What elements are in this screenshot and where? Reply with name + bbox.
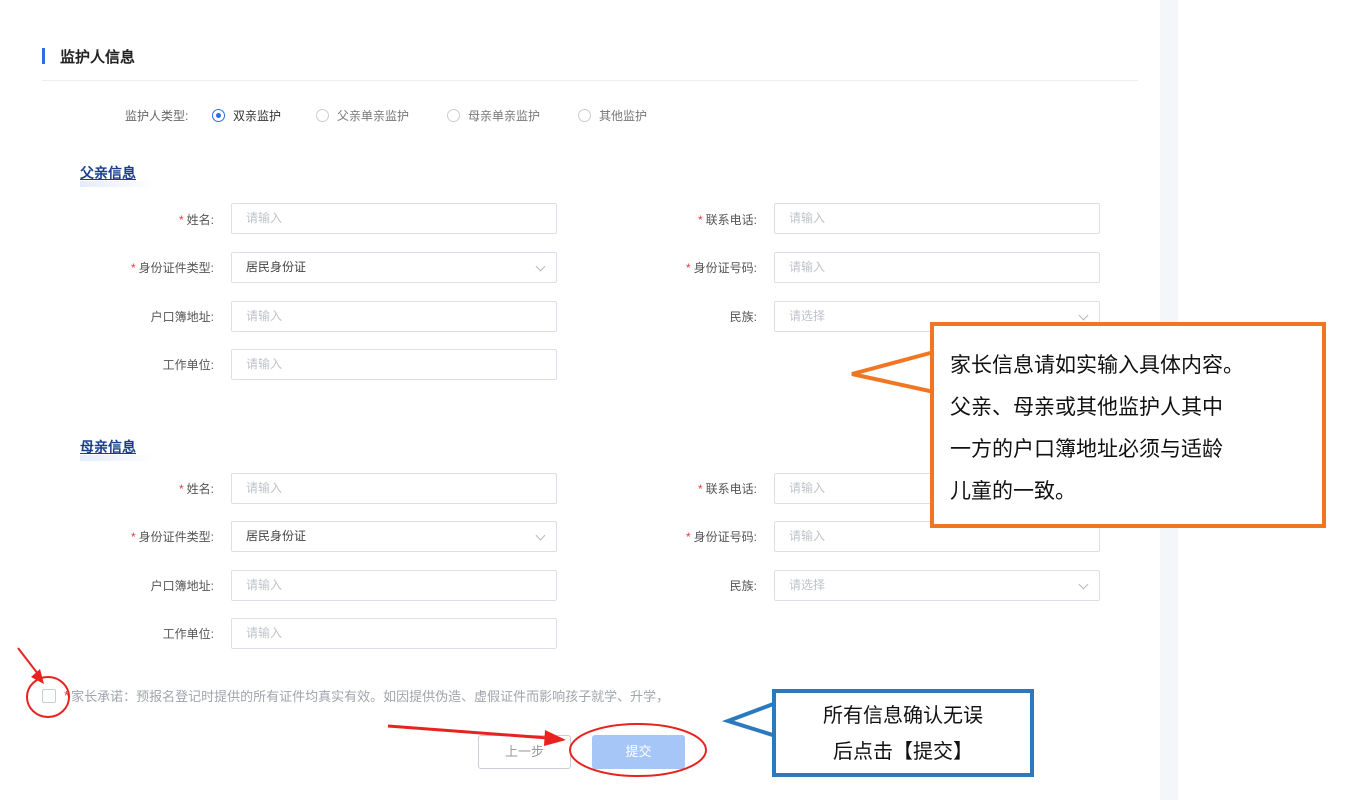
mother-work-label: 工作单位: xyxy=(162,627,214,641)
mother-ethnic-select[interactable]: 请选择 xyxy=(774,570,1100,601)
mother-work-input[interactable]: 请输入 xyxy=(231,618,557,649)
radio-father-only[interactable]: 父亲单亲监护 xyxy=(316,105,409,125)
radio-label: 双亲监护 xyxy=(233,108,282,123)
guardian-type-label: 监护人类型: xyxy=(125,109,189,123)
father-idtype-select[interactable]: 居民身份证 xyxy=(231,252,557,283)
mother-phone-label: * 联系电话: xyxy=(697,482,757,496)
select-value: 居民身份证 xyxy=(246,529,307,543)
father-idtype-label: * 身份证件类型: xyxy=(130,261,214,275)
orange-callout-line: 一方的户口簿地址必须与适龄 xyxy=(950,437,1223,461)
radio-both-parents[interactable]: 双亲监护 xyxy=(212,105,281,125)
submit-button[interactable]: 提交 xyxy=(592,735,685,769)
radio-label: 其他监护 xyxy=(599,108,648,123)
chevron-down-icon xyxy=(1078,310,1089,321)
mother-name-label: * 姓名: xyxy=(178,482,214,496)
parent-promise: * 家长承诺：预报名登记时提供的所有证件均真实有效。如因提供伪造、虚假证件而影响… xyxy=(42,686,669,705)
orange-callout-line: 父亲、母亲或其他监护人其中 xyxy=(950,395,1223,419)
chevron-down-icon xyxy=(535,261,546,272)
mother-name-input[interactable]: 请输入 xyxy=(231,473,557,504)
mother-idno-label: * 身份证号码: xyxy=(685,530,757,544)
section-title: 监护人信息 xyxy=(42,46,135,67)
father-work-input[interactable]: 请输入 xyxy=(231,349,557,380)
father-ethnic-label: 民族: xyxy=(729,310,757,324)
father-work-label: 工作单位: xyxy=(162,358,214,372)
section-title-bar xyxy=(42,48,45,64)
mother-info-title: 母亲信息 xyxy=(80,439,156,461)
select-value: 居民身份证 xyxy=(246,260,307,274)
radio-dot-icon xyxy=(578,108,591,122)
promise-text: 家长承诺：预报名登记时提供的所有证件均真实有效。如因提供伪造、虚假证件而影响孩子… xyxy=(71,689,670,704)
section-divider xyxy=(42,80,1138,81)
father-phone-input[interactable]: 请输入 xyxy=(774,203,1100,234)
radio-other[interactable]: 其他监护 xyxy=(578,105,647,125)
radio-label: 父亲单亲监护 xyxy=(337,108,410,123)
section-title-text: 监护人信息 xyxy=(60,49,136,66)
father-address-label: 户口簿地址: xyxy=(150,310,214,324)
guardian-type-group: 监护人类型: 双亲监护 父亲单亲监护 母亲单亲监护 其他监护 xyxy=(0,105,800,125)
select-placeholder: 请选择 xyxy=(789,309,826,323)
father-phone-label: * 联系电话: xyxy=(697,213,757,227)
father-idno-input[interactable]: 请输入 xyxy=(774,252,1100,283)
radio-mother-only[interactable]: 母亲单亲监护 xyxy=(447,105,540,125)
father-info-title: 父亲信息 xyxy=(80,165,156,187)
mother-address-label: 户口簿地址: xyxy=(150,579,214,593)
prev-step-button[interactable]: 上一步 xyxy=(478,735,571,769)
father-name-input[interactable]: 请输入 xyxy=(231,203,557,234)
mother-idtype-select[interactable]: 居民身份证 xyxy=(231,521,557,552)
radio-dot-icon xyxy=(447,108,460,122)
blue-callout: 所有信息确认无误 后点击【提交】 xyxy=(772,689,1034,777)
promise-checkbox[interactable] xyxy=(42,688,56,703)
select-placeholder: 请选择 xyxy=(789,578,826,592)
father-idno-label: * 身份证号码: xyxy=(685,261,757,275)
orange-callout-line: 家长信息请如实输入具体内容。 xyxy=(950,353,1244,377)
blue-callout-line: 所有信息确认无误 xyxy=(823,703,983,727)
mother-idtype-label: * 身份证件类型: xyxy=(130,530,214,544)
father-name-label: * 姓名: xyxy=(178,213,214,227)
radio-dot-icon xyxy=(212,108,225,122)
chevron-down-icon xyxy=(1078,579,1089,590)
orange-callout: 家长信息请如实输入具体内容。 父亲、母亲或其他监护人其中 一方的户口簿地址必须与… xyxy=(930,322,1326,528)
chevron-down-icon xyxy=(535,530,546,541)
mother-address-input[interactable]: 请输入 xyxy=(231,570,557,601)
radio-label: 母亲单亲监护 xyxy=(468,108,541,123)
mother-ethnic-label: 民族: xyxy=(729,579,757,593)
father-address-input[interactable]: 请输入 xyxy=(231,301,557,332)
radio-dot-icon xyxy=(316,108,329,122)
blue-callout-line: 后点击【提交】 xyxy=(833,739,973,763)
orange-callout-line: 儿童的一致。 xyxy=(950,479,1076,503)
